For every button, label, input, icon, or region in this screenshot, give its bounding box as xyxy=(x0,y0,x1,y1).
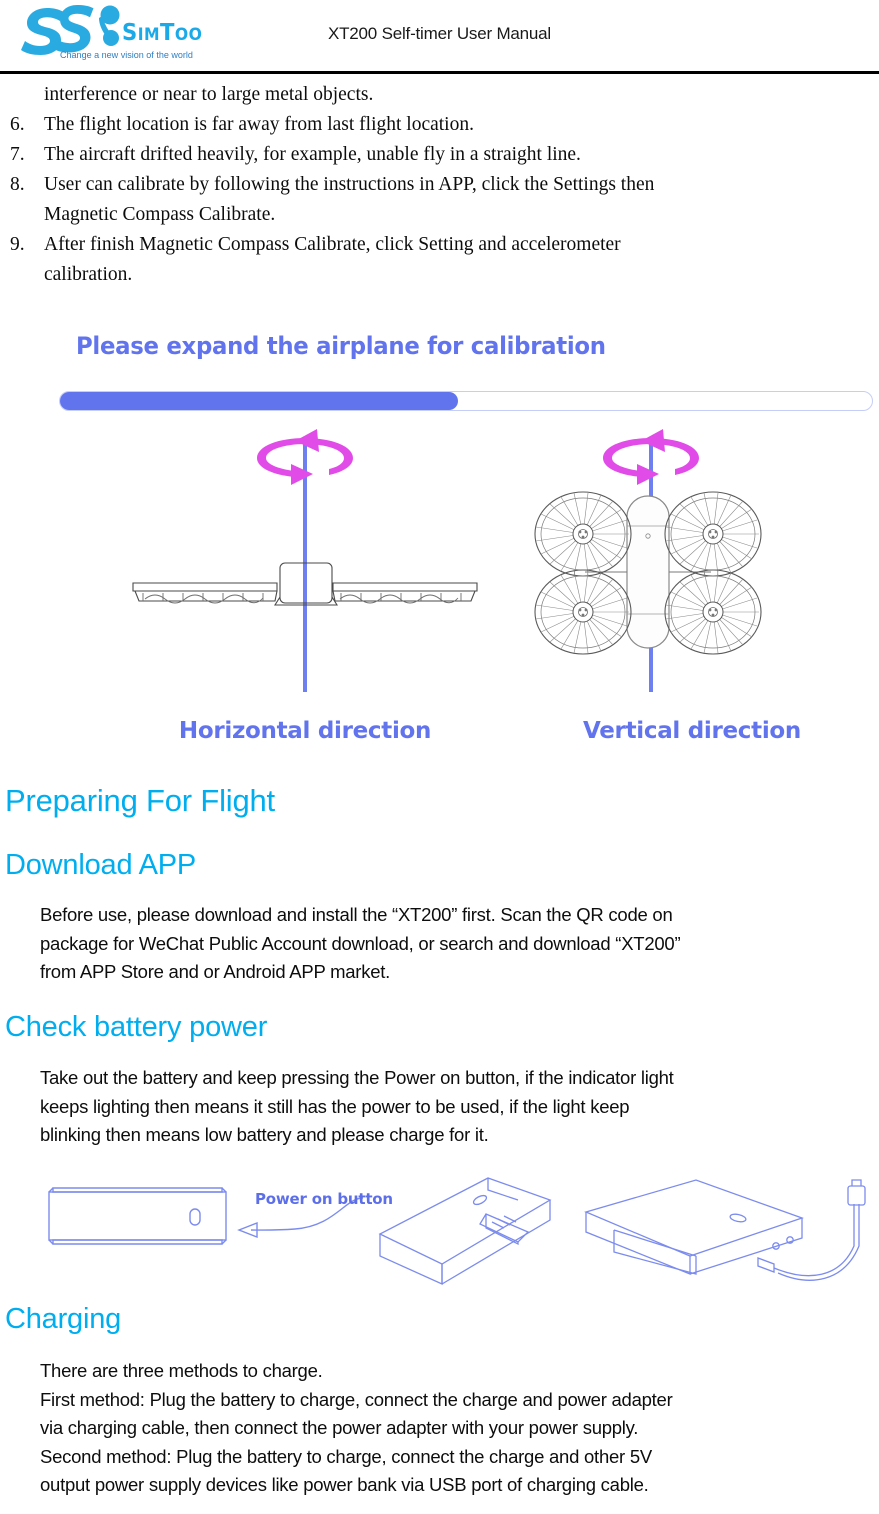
list-item-line: calibration. xyxy=(44,264,133,285)
vertical-direction-panel: Vertical direction xyxy=(505,422,879,770)
list-item-text: The flight location is far away from las… xyxy=(44,110,879,140)
list-item-line: The aircraft drifted heavily, for exampl… xyxy=(44,144,581,165)
list-item-number: 8. xyxy=(10,174,25,195)
section-heading-preparing-for-flight: Preparing For Flight xyxy=(5,783,275,818)
rotation-arrow-icon xyxy=(603,429,699,485)
section-heading-charging: Charging xyxy=(5,1303,122,1335)
calibration-figure: Please expand the airplane for calibrati… xyxy=(0,322,879,770)
list-item-number: 7. xyxy=(10,144,25,165)
paragraph-check-battery-power: Take out the battery and keep pressing t… xyxy=(40,1064,876,1150)
numbered-instruction-list: interference or near to large metal obje… xyxy=(0,80,879,290)
vertical-direction-label: Vertical direction xyxy=(583,718,801,744)
horizontal-direction-label: Horizontal direction xyxy=(178,718,432,744)
document-title: XT200 Self-timer User Manual xyxy=(327,24,552,43)
section-heading-download-app: Download APP xyxy=(5,849,197,881)
paragraph-download-app: Before use, please download and install … xyxy=(40,901,876,987)
horizontal-direction-panel: Horizontal direction xyxy=(95,422,515,770)
list-item: 6. The flight location is far away from … xyxy=(0,110,879,140)
paragraph-line: from APP Store and or Android APP market… xyxy=(40,961,391,982)
battery-in-charger-illustration xyxy=(378,1177,552,1286)
list-item: 9. After finish Magnetic Compass Calibra… xyxy=(0,230,879,290)
logo-tagline: Change a new vision of the world xyxy=(60,50,193,61)
list-item-text: After finish Magnetic Compass Calibrate,… xyxy=(44,230,879,290)
paragraph-charging: There are three methods to charge. First… xyxy=(40,1357,876,1500)
list-item-text: The aircraft drifted heavily, for exampl… xyxy=(44,140,879,170)
battery-charging-with-cable-illustration xyxy=(584,1179,866,1281)
calibration-progress-fill xyxy=(60,392,458,410)
list-item: 7. The aircraft drifted heavily, for exa… xyxy=(0,140,879,170)
quadcopter-top-view-illustration xyxy=(534,491,762,655)
paragraph-line: Second method: Plug the battery to charg… xyxy=(40,1445,652,1467)
paragraph-line: blinking then means low battery and plea… xyxy=(40,1124,489,1145)
list-item-number: 6. xyxy=(10,114,25,135)
paragraph-line: Before use, please download and install … xyxy=(40,904,673,925)
paragraph-line: keeps lighting then means it still has t… xyxy=(40,1095,630,1117)
folded-drone-side-view-illustration xyxy=(132,562,478,606)
list-item-line: User can calibrate by following the inst… xyxy=(44,174,655,195)
paragraph-line: package for WeChat Public Account downlo… xyxy=(40,932,681,954)
list-continuation-line: interference or near to large metal obje… xyxy=(44,84,374,105)
calibration-instruction-title: Please expand the airplane for calibrati… xyxy=(76,332,606,360)
paragraph-line: There are three methods to charge. xyxy=(40,1360,323,1381)
list-item-line: Magnetic Compass Calibrate. xyxy=(44,204,276,225)
list-item-number: 9. xyxy=(10,234,25,255)
paragraph-line: First method: Plug the battery to charge… xyxy=(40,1388,673,1410)
battery-illustration-figure: Power on button xyxy=(0,1168,879,1294)
paragraph-line: Take out the battery and keep pressing t… xyxy=(40,1067,674,1088)
section-heading-check-battery-power: Check battery power xyxy=(5,1011,268,1043)
list-item-text: User can calibrate by following the inst… xyxy=(44,170,879,230)
paragraph-line: via charging cable, then connect the pow… xyxy=(40,1417,639,1438)
calibration-progress-bar xyxy=(59,391,873,411)
paragraph-line: output power supply devices like power b… xyxy=(40,1474,649,1495)
list-item-line: After finish Magnetic Compass Calibrate,… xyxy=(44,234,621,255)
list-item-line: The flight location is far away from las… xyxy=(44,114,474,135)
list-item: 8. User can calibrate by following the i… xyxy=(0,170,879,230)
page-header: SIMTOO Change a new vision of the world … xyxy=(0,0,879,74)
rotation-arrow-icon xyxy=(257,429,353,485)
